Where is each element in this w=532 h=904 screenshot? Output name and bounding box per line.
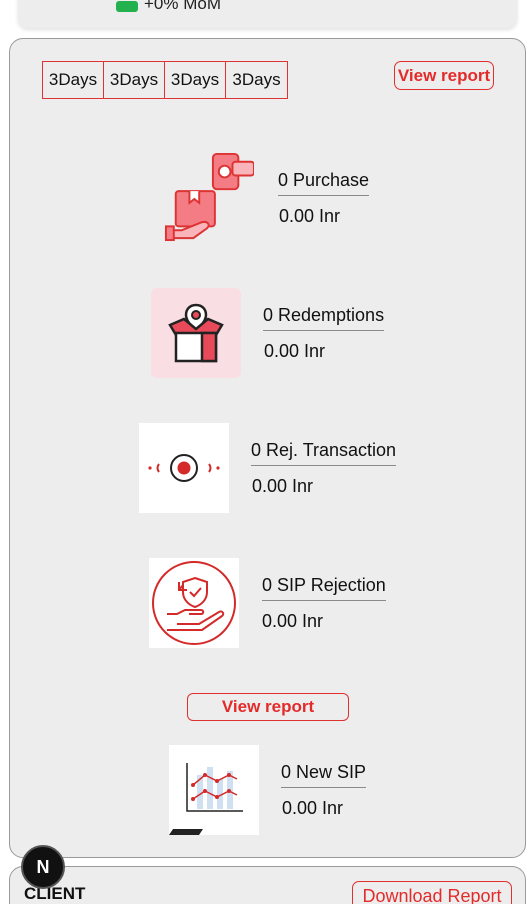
tab-3days-4[interactable]: 3Days	[226, 62, 287, 98]
metric-amount: 0.00 Inr	[282, 798, 344, 818]
metric-label: 0 Redemptions	[263, 305, 385, 331]
nextjs-badge[interactable]: N	[21, 845, 65, 889]
summary-card-top	[18, 0, 517, 28]
tab-3days-2[interactable]: 3Days	[104, 62, 165, 98]
period-tabs: 3Days 3Days 3Days 3Days	[42, 61, 288, 99]
line-chart-icon	[169, 745, 259, 835]
mom-text: +0% MoM	[144, 0, 221, 13]
tab-3days-3[interactable]: 3Days	[165, 62, 226, 98]
metric-amount: 0.00 Inr	[252, 476, 314, 496]
gift-box-location-icon	[151, 288, 241, 378]
rejection-record-icon	[139, 423, 229, 513]
mom-indicator: +0% MoM	[116, 0, 221, 14]
metric-label: 0 Rej. Transaction	[251, 440, 397, 466]
download-report-button[interactable]: Download Report	[352, 881, 512, 904]
view-report-button[interactable]: View report	[394, 61, 494, 90]
metric-label: 0 Purchase	[278, 170, 370, 196]
person-icon	[116, 0, 138, 12]
tab-3days-1[interactable]: 3Days	[43, 62, 104, 98]
metric-amount: 0.00 Inr	[279, 206, 341, 226]
metric-label: 0 New SIP	[281, 762, 367, 788]
view-report-sip-button[interactable]: View report	[187, 693, 349, 721]
metric-amount: 0.00 Inr	[262, 611, 324, 631]
purchase-hand-box-icon	[164, 152, 254, 242]
metric-label: 0 SIP Rejection	[262, 575, 386, 601]
metric-amount: 0.00 Inr	[264, 341, 326, 361]
shield-hand-icon	[149, 558, 239, 648]
